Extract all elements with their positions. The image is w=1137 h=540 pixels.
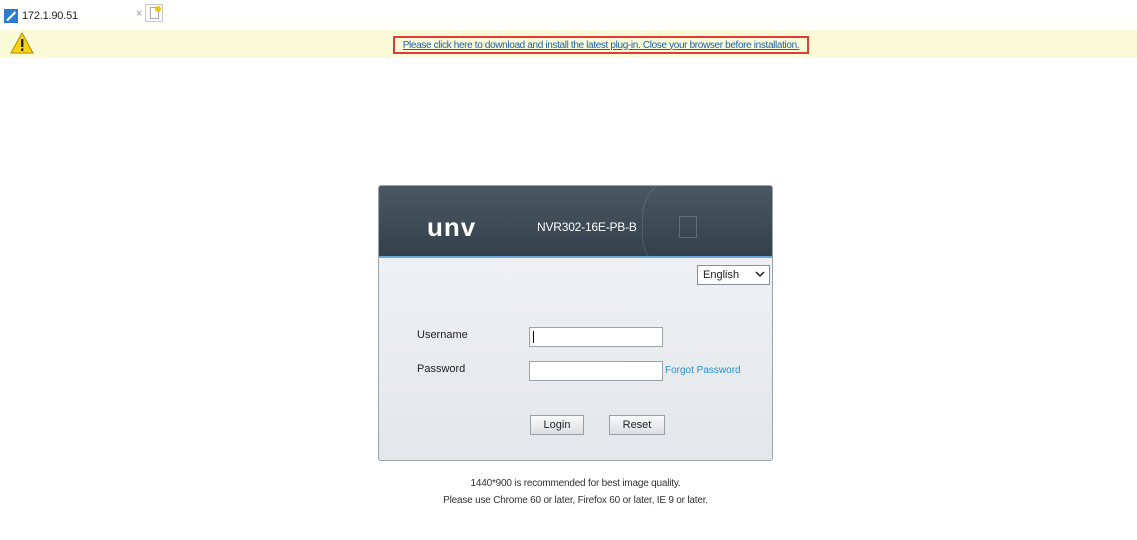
tab-close-button[interactable]: × xyxy=(136,8,142,20)
reset-button[interactable]: Reset xyxy=(609,415,665,435)
header-decoration xyxy=(642,186,772,256)
plugin-info-bar: Please click here to download and instal… xyxy=(0,30,1137,58)
warning-triangle-icon xyxy=(10,32,34,54)
ie-tab-icon xyxy=(4,9,18,23)
password-input[interactable] xyxy=(529,361,663,381)
chevron-down-icon xyxy=(755,271,765,278)
browser-tab-bar: 172.1.90.51 × xyxy=(0,0,1137,30)
plugin-download-link[interactable]: Please click here to download and instal… xyxy=(403,40,800,51)
unv-logo: unv xyxy=(427,212,477,242)
plugin-link-highlight: Please click here to download and instal… xyxy=(393,36,809,54)
tab-title: 172.1.90.51 xyxy=(22,10,78,22)
language-selected: English xyxy=(703,269,740,281)
username-input[interactable] xyxy=(529,327,663,347)
login-button[interactable]: Login xyxy=(530,415,584,435)
username-label: Username xyxy=(417,329,468,341)
login-header: unv NVR302-16E-PB-B xyxy=(379,186,772,258)
browser-tab[interactable]: 172.1.90.51 × xyxy=(4,6,154,26)
new-tab-icon[interactable] xyxy=(145,4,163,22)
device-model: NVR302-16E-PB-B xyxy=(537,220,637,234)
resolution-hint: 1440*900 is recommended for best image q… xyxy=(470,478,681,489)
text-caret xyxy=(533,331,534,343)
password-label: Password xyxy=(417,363,466,375)
login-panel: unv NVR302-16E-PB-B English Username Pas… xyxy=(378,185,773,461)
browser-hint: Please use Chrome 60 or later, Firefox 6… xyxy=(443,495,708,506)
header-decoration-box xyxy=(679,216,697,238)
language-select[interactable]: English xyxy=(697,265,770,285)
forgot-password-link[interactable]: Forgot Password xyxy=(665,365,741,376)
